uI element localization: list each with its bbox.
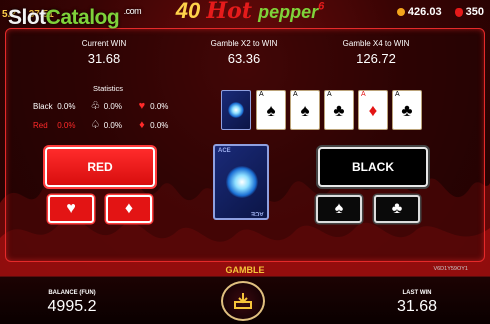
history-card-2: A ♠ — [256, 90, 286, 130]
history-card-6: A ♣ — [392, 90, 422, 130]
clubs-button[interactable]: ♣ — [374, 195, 420, 223]
diamonds-button[interactable]: ♦ — [106, 195, 152, 223]
diamonds-icon: ♦ — [124, 200, 134, 217]
red-button[interactable]: RED — [45, 147, 155, 187]
balance-value: 4995.2 — [47, 298, 97, 315]
pepper-count: 350 — [465, 6, 484, 18]
pepper-icon — [454, 7, 463, 17]
collect-icon — [234, 293, 252, 309]
balance-label: BALANCE (FUN) — [48, 290, 96, 296]
game-logo: 40 Hot pepper6 — [175, 0, 325, 24]
stats-row-red: Red 0.0% ♤ 0.0% ♦ 0.0% — [33, 119, 169, 131]
history-card-back — [221, 90, 251, 130]
version-code: V6D1Y59OY1 — [433, 266, 468, 272]
black-button[interactable]: BLACK — [318, 147, 428, 187]
history-card-5: A ♦ — [358, 90, 388, 130]
gamble-x2: Gamble X2 to WIN 63.36 — [210, 39, 278, 66]
gamble-panel: Current WIN 31.68 Gamble X2 to WIN 63.36… — [5, 28, 485, 262]
hearts-icon: ♥ — [138, 100, 146, 112]
gamble-label: GAMBLE — [225, 265, 265, 275]
collect-button[interactable] — [221, 281, 265, 321]
clubs-icon: ♧ — [90, 100, 101, 112]
spades-button[interactable]: ♠ — [316, 195, 362, 223]
spades-icon: ♤ — [90, 119, 101, 131]
last-win-value: 31.68 — [396, 298, 438, 315]
history-card-4: A ♣ — [324, 90, 354, 130]
stats-row-black: Black 0.0% ♧ 0.0% ♥ 0.0% — [33, 100, 169, 112]
coin-balance: 426.03 — [407, 6, 442, 18]
diamonds-icon: ♦ — [139, 119, 145, 131]
slotcatalog-watermark: SlotCatalog .com — [8, 6, 142, 29]
hearts-icon: ♥ — [66, 200, 76, 217]
coin-icon — [396, 8, 405, 17]
last-win-label: LAST WIN — [402, 290, 432, 296]
hearts-button[interactable]: ♥ — [48, 195, 94, 223]
statistics-title: Statistics — [93, 84, 124, 93]
spades-icon: ♠ — [334, 200, 344, 217]
clubs-icon: ♣ — [391, 200, 403, 217]
gamble-x4: Gamble X4 to WIN 126.72 — [342, 39, 410, 66]
top-bar: 5.2 37.51 SlotCatalog .com 40 Hot pepper… — [0, 0, 490, 29]
top-right-counters: 426.03 350 — [396, 6, 484, 18]
current-win: Current WIN 31.68 — [81, 39, 127, 66]
bottom-bar: BALANCE (FUN) 4995.2 LAST WIN 31.68 — [0, 276, 490, 324]
gamble-card[interactable]: ACE ACE — [213, 144, 269, 220]
history-card-3: A ♠ — [290, 90, 320, 130]
